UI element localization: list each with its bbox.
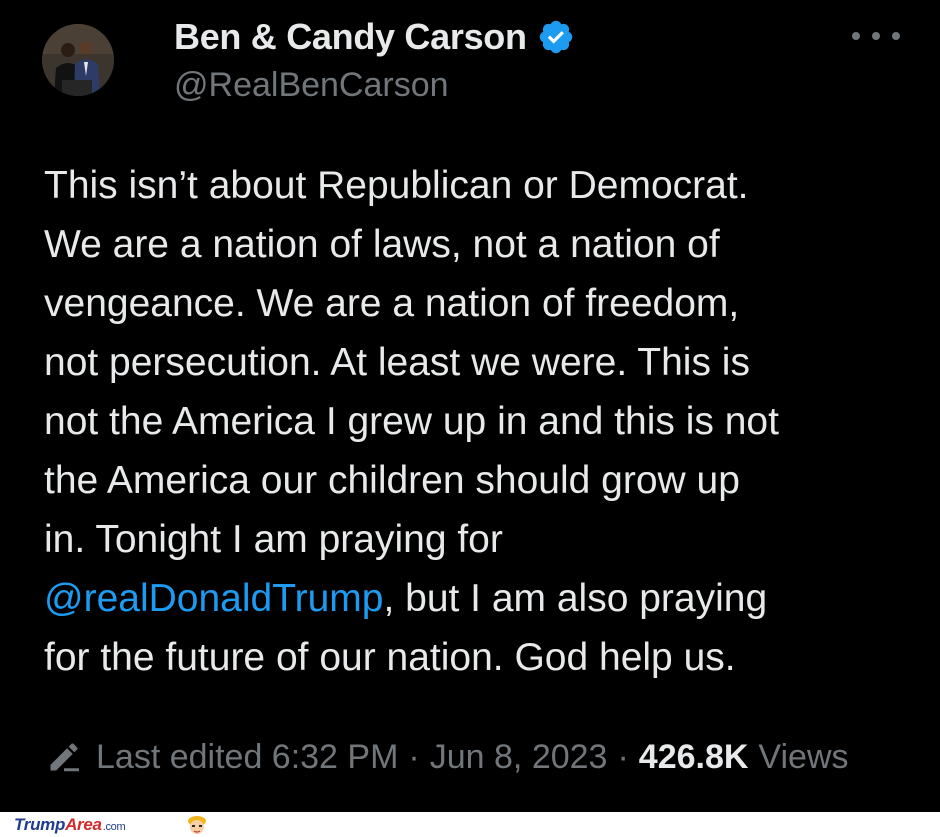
avatar[interactable] <box>42 24 114 96</box>
tweet-text-part1: This isn’t about Republican or Democrat.… <box>44 164 779 561</box>
tweet-text: This isn’t about Republican or Democrat.… <box>44 156 914 687</box>
site-logo: Trump Area .com <box>14 815 126 835</box>
more-dot <box>852 32 860 40</box>
brand-part1: Trump <box>14 815 66 834</box>
author-handle[interactable]: @RealBenCarson <box>174 66 449 105</box>
edit-pencil-icon <box>50 743 79 772</box>
brand-part3: .com <box>102 821 126 833</box>
tweet-date[interactable]: Jun 8, 2023 <box>430 738 608 777</box>
more-dot <box>872 32 880 40</box>
tweet-card: Ben & Candy Carson @RealBenCarson This i… <box>0 0 940 812</box>
views-label: Views <box>758 737 849 776</box>
more-dot <box>892 32 900 40</box>
tweet-meta: Last edited 6:32 PM · Jun 8, 2023 · 426.… <box>46 732 849 782</box>
edited-timestamp[interactable]: Last edited 6:32 PM <box>96 738 398 777</box>
display-name[interactable]: Ben & Candy Carson <box>174 16 527 58</box>
mention-link[interactable]: @realDonaldTrump <box>44 577 383 620</box>
more-options-icon[interactable] <box>852 26 900 46</box>
brand-part2: Area <box>65 815 102 834</box>
author-name-row[interactable]: Ben & Candy Carson <box>174 14 575 60</box>
meta-separator: · <box>617 737 629 776</box>
meta-separator: · <box>408 737 420 776</box>
verified-badge-icon <box>539 20 572 54</box>
watermark-footer: Trump Area .com <box>0 812 940 837</box>
avatar-photo-icon <box>42 24 114 96</box>
views-count: 426.8K <box>638 737 749 776</box>
mascot-logo-icon <box>188 816 206 834</box>
